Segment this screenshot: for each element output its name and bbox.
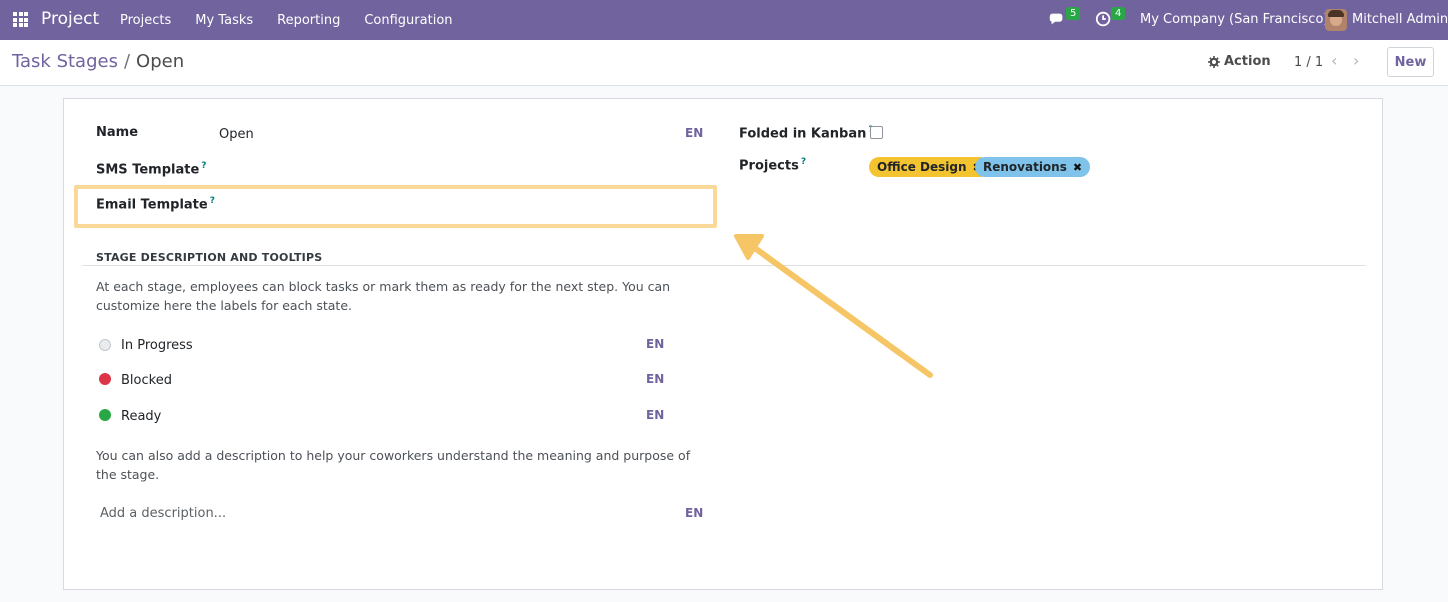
- menu-item-projects[interactable]: Projects: [108, 13, 183, 28]
- description-input[interactable]: Add a description...: [100, 506, 226, 521]
- sms-template-label: SMS Template?: [96, 161, 207, 178]
- pager-next-icon[interactable]: ›: [1353, 51, 1359, 70]
- gear-icon: [1208, 55, 1220, 68]
- messages-button[interactable]: 5: [1048, 7, 1081, 30]
- action-button[interactable]: Action: [1208, 54, 1271, 69]
- state-ready-dot[interactable]: [99, 409, 111, 421]
- state-ready-field[interactable]: Ready: [121, 409, 161, 424]
- email-template-label: Email Template?: [96, 196, 215, 213]
- chat-icon: [1049, 13, 1063, 25]
- user-menu[interactable]: Mitchell Admin: [1352, 12, 1448, 27]
- section-title: STAGE DESCRIPTION AND TOOLTIPS: [96, 251, 323, 264]
- menu-item-reporting[interactable]: Reporting: [265, 13, 352, 28]
- section-divider: [82, 265, 1366, 266]
- projects-help-icon[interactable]: ?: [801, 157, 806, 167]
- user-avatar[interactable]: [1325, 9, 1347, 31]
- name-field[interactable]: Open: [219, 127, 254, 142]
- project-tag-renovations[interactable]: Renovations ✖: [975, 157, 1091, 177]
- state-blocked-translate-button[interactable]: EN: [646, 372, 664, 386]
- action-label: Action: [1224, 54, 1271, 69]
- sms-template-help-icon[interactable]: ?: [201, 161, 206, 171]
- email-template-help-icon[interactable]: ?: [210, 196, 215, 206]
- pager-value[interactable]: 1 / 1: [1294, 55, 1323, 70]
- top-navbar: Project Projects My Tasks Reporting Conf…: [0, 0, 1448, 40]
- menu-item-configuration[interactable]: Configuration: [352, 13, 464, 28]
- name-translate-button[interactable]: EN: [685, 126, 703, 140]
- folded-in-kanban-checkbox[interactable]: [870, 126, 883, 139]
- projects-label: Projects?: [739, 157, 807, 174]
- messages-count-badge: 5: [1066, 7, 1081, 20]
- project-tag-office-design[interactable]: Office Design✖: [869, 157, 990, 177]
- control-panel: Task Stages / Open Action 1 / 1 ‹ › New: [0, 40, 1448, 86]
- menu-item-my-tasks[interactable]: My Tasks: [183, 13, 265, 28]
- folded-in-kanban-label: Folded in Kanban?: [739, 125, 874, 141]
- apps-menu-icon[interactable]: [13, 12, 28, 27]
- pager-previous-icon[interactable]: ‹: [1331, 51, 1337, 70]
- state-in-progress-dot[interactable]: [99, 339, 111, 351]
- description-help-text: You can also add a description to help y…: [96, 448, 691, 482]
- form-sheet: Name Open EN SMS Template? Email Templat…: [63, 98, 1383, 590]
- new-button[interactable]: New: [1387, 47, 1434, 77]
- project-tag-label: Office Design: [877, 160, 967, 174]
- intro-text: At each stage, employees can block tasks…: [96, 279, 671, 313]
- remove-tag-icon[interactable]: ✖: [1073, 161, 1082, 174]
- state-blocked-dot[interactable]: [99, 373, 111, 385]
- breadcrumb-separator: /: [123, 51, 131, 72]
- activities-count-badge: 4: [1111, 7, 1126, 20]
- state-blocked-field[interactable]: Blocked: [121, 373, 172, 388]
- company-switcher[interactable]: My Company (San Francisco): [1140, 12, 1328, 27]
- name-label: Name: [96, 125, 139, 140]
- state-ready-translate-button[interactable]: EN: [646, 408, 664, 422]
- project-tag-label: Renovations: [983, 160, 1067, 174]
- app-title[interactable]: Project: [41, 9, 99, 29]
- main-menu: Projects My Tasks Reporting Configuratio…: [108, 0, 465, 40]
- state-in-progress-translate-button[interactable]: EN: [646, 337, 664, 351]
- description-translate-button[interactable]: EN: [685, 506, 703, 520]
- state-in-progress-field[interactable]: In Progress: [121, 338, 193, 353]
- breadcrumb-task-stages[interactable]: Task Stages: [12, 51, 118, 72]
- activities-button[interactable]: 4: [1095, 7, 1126, 30]
- breadcrumb: Task Stages / Open: [12, 51, 184, 72]
- breadcrumb-current: Open: [136, 51, 185, 72]
